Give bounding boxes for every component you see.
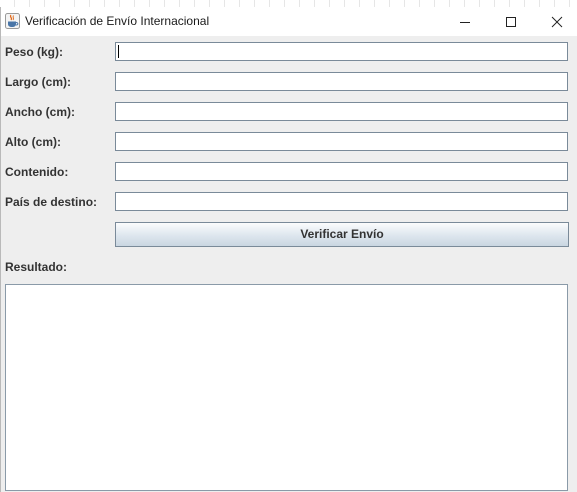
maximize-icon xyxy=(506,17,516,27)
result-label: Resultado: xyxy=(5,260,68,274)
height-input[interactable] xyxy=(115,132,568,151)
destination-country-input[interactable] xyxy=(115,192,568,211)
content-label: Contenido: xyxy=(5,165,69,179)
minimize-button[interactable] xyxy=(442,7,488,36)
content-input[interactable] xyxy=(115,162,568,181)
close-icon xyxy=(551,16,563,28)
height-label: Alto (cm): xyxy=(5,135,61,149)
weight-label: Peso (kg): xyxy=(5,45,64,59)
title-bar[interactable]: Verificación de Envío Internacional xyxy=(1,7,577,36)
verify-shipment-button[interactable]: Verificar Envío xyxy=(115,222,569,247)
weight-input[interactable] xyxy=(115,42,568,61)
length-input[interactable] xyxy=(115,72,568,91)
length-label: Largo (cm): xyxy=(5,75,71,89)
java-cup-icon xyxy=(5,13,20,29)
destination-country-label: País de destino: xyxy=(5,195,98,209)
text-caret xyxy=(118,45,119,58)
maximize-button[interactable] xyxy=(488,7,534,36)
result-text-area[interactable] xyxy=(5,284,568,491)
minimize-icon xyxy=(460,22,470,23)
window-title: Verificación de Envío Internacional xyxy=(25,14,210,28)
close-button[interactable] xyxy=(534,7,577,36)
app-window: Verificación de Envío Internacional Peso… xyxy=(0,7,577,492)
width-label: Ancho (cm): xyxy=(5,105,75,119)
width-input[interactable] xyxy=(115,102,568,121)
